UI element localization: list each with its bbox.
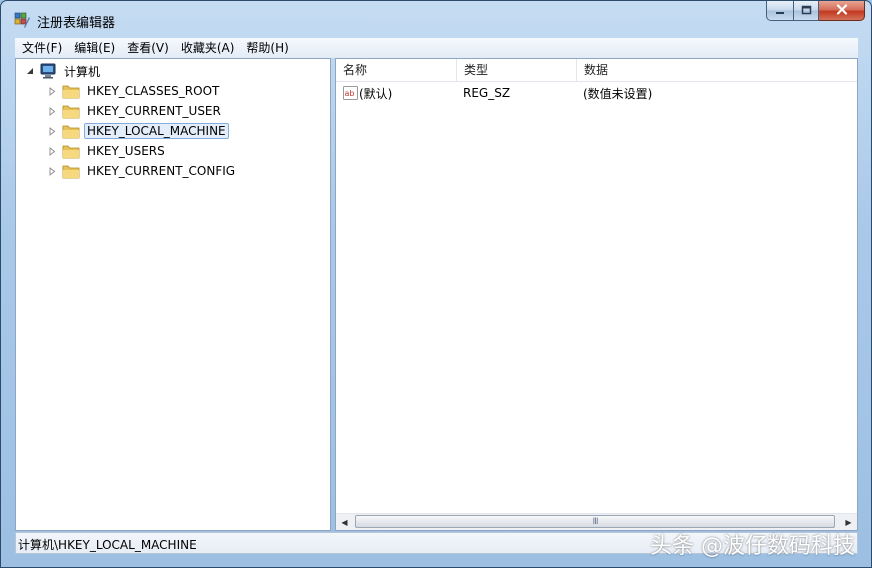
computer-icon bbox=[40, 63, 58, 79]
expand-arrow-icon[interactable] bbox=[46, 105, 58, 117]
value-name: (默认) bbox=[359, 86, 393, 101]
list-header: 名称 类型 数据 bbox=[336, 59, 857, 82]
menu-bar: 文件(F) 编辑(E) 查看(V) 收藏夹(A) 帮助(H) bbox=[15, 38, 858, 59]
registry-editor-window: 注册表编辑器 文件(F) 编辑(E) 查看(V) 收藏夹(A) 帮助(H) 计算… bbox=[0, 0, 872, 568]
tree-item-computer[interactable]: 计算机 bbox=[24, 61, 103, 81]
folder-icon bbox=[62, 103, 80, 119]
registry-tree-pane[interactable]: 计算机 HKEY_CLASSES_ROOT HKEY_CURRENT_USER bbox=[15, 58, 331, 531]
column-header-type[interactable]: 类型 bbox=[457, 59, 577, 81]
caption-buttons bbox=[766, 1, 865, 21]
menu-help[interactable]: 帮助(H) bbox=[239, 38, 293, 58]
column-header-data[interactable]: 数据 bbox=[577, 59, 857, 81]
scroll-left-icon: ◀ bbox=[341, 517, 348, 527]
column-header-name[interactable]: 名称 bbox=[336, 59, 457, 81]
regedit-app-icon[interactable] bbox=[13, 11, 31, 29]
tree-item-hku[interactable]: HKEY_USERS bbox=[46, 141, 168, 161]
collapse-arrow-icon[interactable] bbox=[24, 65, 36, 77]
expand-arrow-icon[interactable] bbox=[46, 165, 58, 177]
maximize-icon bbox=[801, 4, 812, 18]
expand-arrow-icon[interactable] bbox=[46, 85, 58, 97]
close-icon bbox=[836, 3, 848, 18]
title-bar[interactable]: 注册表编辑器 bbox=[1, 1, 871, 37]
menu-edit[interactable]: 编辑(E) bbox=[67, 38, 120, 58]
value-data: (数值未设置) bbox=[583, 86, 653, 101]
scrollbar-thumb[interactable]: III bbox=[355, 515, 835, 528]
close-button[interactable] bbox=[819, 1, 865, 21]
tree-item-hkcr[interactable]: HKEY_CLASSES_ROOT bbox=[46, 81, 222, 101]
tree-item-label-selected: HKEY_LOCAL_MACHINE bbox=[84, 123, 229, 139]
menu-favorites[interactable]: 收藏夹(A) bbox=[174, 38, 240, 58]
tree-item-hkcc[interactable]: HKEY_CURRENT_CONFIG bbox=[46, 161, 238, 181]
menu-view[interactable]: 查看(V) bbox=[120, 38, 174, 58]
tree-root-label: 计算机 bbox=[64, 64, 101, 79]
maximize-button[interactable] bbox=[793, 1, 819, 21]
tree-item-label: HKEY_CURRENT_CONFIG bbox=[87, 164, 236, 178]
folder-icon bbox=[62, 83, 80, 99]
tree-item-hkcu[interactable]: HKEY_CURRENT_USER bbox=[46, 101, 224, 121]
status-path: 计算机\HKEY_LOCAL_MACHINE bbox=[18, 538, 197, 552]
scroll-right-icon: ▶ bbox=[845, 517, 852, 527]
expand-arrow-icon[interactable] bbox=[46, 145, 58, 157]
svg-text:ab: ab bbox=[345, 89, 355, 98]
minimize-button[interactable] bbox=[766, 1, 793, 21]
folder-icon bbox=[62, 143, 80, 159]
scroll-left-button[interactable]: ◀ bbox=[336, 514, 353, 530]
registry-values-pane[interactable]: 名称 类型 数据 ab (默认) REG_SZ (数值未设置) ◀ III ▶ bbox=[335, 58, 858, 531]
folder-icon bbox=[62, 123, 80, 139]
value-type: REG_SZ bbox=[463, 86, 511, 100]
scrollbar-grip: III bbox=[592, 516, 599, 527]
string-value-icon: ab bbox=[343, 86, 358, 100]
tree-item-label: HKEY_CLASSES_ROOT bbox=[87, 84, 220, 98]
minimize-icon bbox=[775, 4, 785, 18]
tree-item-label: HKEY_CURRENT_USER bbox=[87, 104, 221, 118]
tree-item-label: HKEY_USERS bbox=[87, 144, 165, 158]
list-item[interactable]: ab (默认) REG_SZ (数值未设置) bbox=[336, 83, 652, 103]
expand-arrow-icon[interactable] bbox=[46, 125, 58, 137]
menu-file[interactable]: 文件(F) bbox=[15, 38, 67, 58]
tree-item-hklm[interactable]: HKEY_LOCAL_MACHINE bbox=[46, 121, 229, 141]
window-title: 注册表编辑器 bbox=[37, 16, 116, 31]
folder-icon bbox=[62, 163, 80, 179]
watermark: 头条 @波仔数码科技 bbox=[650, 534, 855, 559]
